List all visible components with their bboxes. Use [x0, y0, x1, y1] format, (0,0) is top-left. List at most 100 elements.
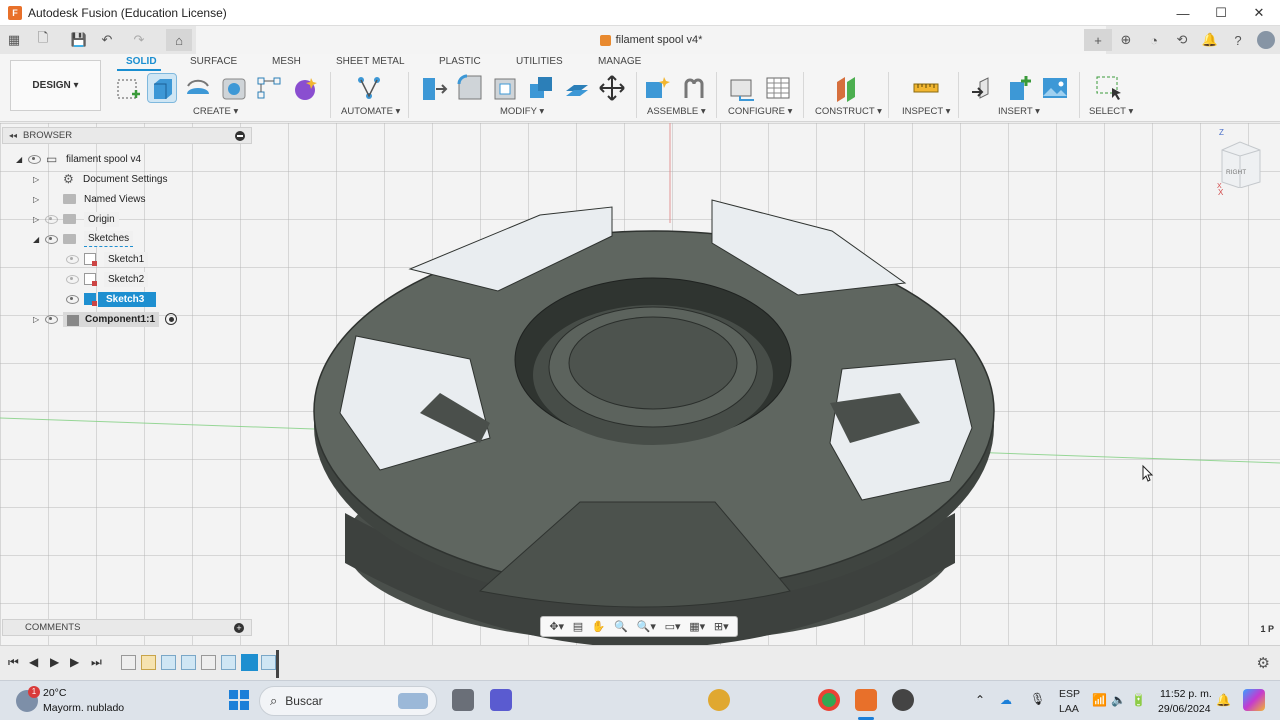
data-panel-icon[interactable]: ⊕ — [1112, 29, 1140, 51]
go-to-end-icon[interactable]: ⏭ — [91, 655, 102, 670]
tab-solid[interactable]: SOLID — [126, 56, 157, 67]
expand-triangle-icon[interactable]: ▷ — [33, 175, 43, 184]
tree-item-sketch3[interactable]: Sketch3 — [64, 290, 157, 308]
tree-item-sketch2[interactable]: Sketch2 — [64, 270, 149, 288]
redo-icon[interactable]: ↷ — [128, 29, 150, 51]
windows-start-icon[interactable] — [229, 690, 249, 710]
press-pull-icon[interactable] — [420, 74, 448, 102]
go-to-start-icon[interactable]: ⏮ — [8, 655, 19, 670]
tab-surface[interactable]: SURFACE — [190, 56, 237, 67]
display-settings-icon[interactable]: ▭▾ — [665, 620, 681, 633]
collapse-triangle-icon[interactable]: ◢ — [33, 235, 43, 244]
visibility-eye-icon[interactable] — [43, 314, 59, 324]
form-icon[interactable] — [291, 74, 319, 102]
joint-icon[interactable] — [680, 74, 708, 102]
timeline-marker[interactable] — [276, 650, 279, 678]
timeline-feature-extrude[interactable] — [161, 655, 176, 670]
weather-description[interactable]: Mayorm. nublado — [43, 702, 124, 714]
view-cube[interactable]: RIGHT Z X — [1216, 138, 1262, 188]
new-tab-icon[interactable]: + — [1084, 29, 1112, 51]
group-inspect[interactable]: INSPECT ▾ — [902, 106, 950, 117]
tree-item-sketches[interactable]: ◢ Sketches — [33, 230, 134, 248]
insert-derive-icon[interactable] — [970, 74, 998, 102]
home-icon[interactable]: ⌂ — [166, 29, 192, 51]
taskbar-search[interactable]: ⌕ Buscar — [259, 686, 437, 716]
insert-mesh-icon[interactable] — [1006, 74, 1034, 102]
timeline-feature-sketch[interactable] — [121, 655, 136, 670]
input-layout[interactable]: LAA — [1059, 703, 1079, 715]
browser-header[interactable]: ◂◂ BROWSER — [2, 127, 252, 144]
play-icon[interactable]: ▶ — [50, 655, 59, 669]
help-icon[interactable]: ? — [1224, 29, 1252, 51]
task-view-icon[interactable] — [452, 689, 474, 711]
measure-icon[interactable] — [912, 74, 940, 102]
job-status-icon[interactable]: ◔ — [1140, 29, 1168, 51]
add-comment-icon[interactable]: + — [234, 623, 244, 633]
timeline-feature-sketch-active[interactable] — [241, 654, 258, 671]
zoom-window-icon[interactable]: 🔍▾ — [637, 620, 656, 633]
pan-icon[interactable]: ✋ — [592, 620, 606, 633]
visibility-eye-icon[interactable] — [64, 294, 80, 304]
save-icon[interactable]: 💾 — [68, 29, 90, 51]
visibility-eye-icon[interactable] — [43, 214, 59, 224]
tree-item-sketch1[interactable]: Sketch1 — [64, 250, 149, 268]
grid-settings-icon[interactable]: ▦▾ — [689, 620, 705, 633]
comments-panel[interactable]: COMMENTS + — [2, 619, 252, 636]
group-assemble[interactable]: ASSEMBLE ▾ — [647, 106, 706, 117]
offset-face-icon[interactable] — [563, 74, 591, 102]
volume-icon[interactable]: 🔈 — [1111, 693, 1126, 707]
select-icon[interactable] — [1095, 74, 1123, 102]
apps-grid-icon[interactable]: ▦ — [3, 29, 25, 51]
step-forward-icon[interactable]: ▶ — [70, 655, 79, 669]
close-window-button[interactable]: ✕ — [1236, 0, 1280, 26]
fillet-icon[interactable] — [456, 74, 484, 102]
obs-icon[interactable] — [892, 689, 914, 711]
visibility-eye-icon[interactable] — [64, 274, 80, 284]
microphone-icon[interactable]: 🎙 — [1030, 692, 1045, 706]
badge-app-icon[interactable] — [708, 689, 730, 711]
group-construct[interactable]: CONSTRUCT ▾ — [815, 106, 882, 117]
timeline-feature-sketch[interactable] — [201, 655, 216, 670]
group-automate[interactable]: AUTOMATE ▾ — [341, 106, 400, 117]
automate-icon[interactable] — [355, 74, 383, 102]
group-insert[interactable]: INSERT ▾ — [998, 106, 1040, 117]
expand-triangle-icon[interactable]: ▷ — [33, 195, 43, 204]
tray-overflow-icon[interactable]: ⌃ — [975, 693, 985, 707]
tab-sheet-metal[interactable]: SHEET METAL — [336, 56, 405, 67]
tab-manage[interactable]: MANAGE — [598, 56, 641, 67]
visibility-eye-icon[interactable] — [43, 234, 59, 244]
tab-utilities[interactable]: UTILITIES — [516, 56, 563, 67]
step-back-icon[interactable]: ◀ — [29, 655, 38, 669]
expand-triangle-icon[interactable]: ◢ — [16, 155, 26, 164]
teams-icon[interactable] — [490, 689, 512, 711]
move-icon[interactable] — [598, 74, 626, 102]
insert-canvas-icon[interactable] — [1041, 74, 1069, 102]
combine-icon[interactable] — [527, 74, 555, 102]
look-at-icon[interactable]: ▤ — [573, 620, 583, 633]
shell-icon[interactable] — [492, 74, 520, 102]
tree-item-named-views[interactable]: ▷ Named Views — [33, 190, 146, 208]
weather-temperature[interactable]: 20°C — [43, 687, 66, 699]
offset-plane-icon[interactable] — [833, 74, 861, 102]
configuration-table-icon[interactable] — [764, 74, 792, 102]
tree-item-component1[interactable]: ▷ Component1:1 — [33, 310, 177, 328]
fusion-taskbar-icon[interactable] — [855, 689, 877, 711]
tree-item-origin[interactable]: ▷ Origin — [33, 210, 119, 228]
group-create[interactable]: CREATE ▾ — [193, 106, 238, 117]
extrude-icon[interactable] — [147, 73, 177, 103]
timeline-feature-extrude[interactable] — [181, 655, 196, 670]
document-tab[interactable]: filament spool v4* ✕ — [196, 26, 1106, 54]
undo-icon[interactable]: ↶ — [96, 29, 118, 51]
group-modify[interactable]: MODIFY ▾ — [500, 106, 544, 117]
revolve-icon[interactable] — [184, 74, 212, 102]
viewports-icon[interactable]: ⊞▾ — [714, 620, 729, 633]
battery-icon[interactable]: 🔋 — [1131, 693, 1146, 707]
tree-item-document-settings[interactable]: ▷ ⚙ Document Settings — [33, 170, 168, 188]
timeline-feature-revolve[interactable] — [141, 655, 156, 670]
activate-radio-icon[interactable] — [165, 313, 177, 325]
timeline-settings-icon[interactable]: ⚙ — [1257, 654, 1270, 672]
tab-plastic[interactable]: PLASTIC — [439, 56, 481, 67]
visibility-eye-icon[interactable] — [26, 154, 42, 164]
input-language[interactable]: ESP — [1059, 688, 1080, 700]
orbit-icon[interactable]: ✥▾ — [549, 620, 564, 633]
